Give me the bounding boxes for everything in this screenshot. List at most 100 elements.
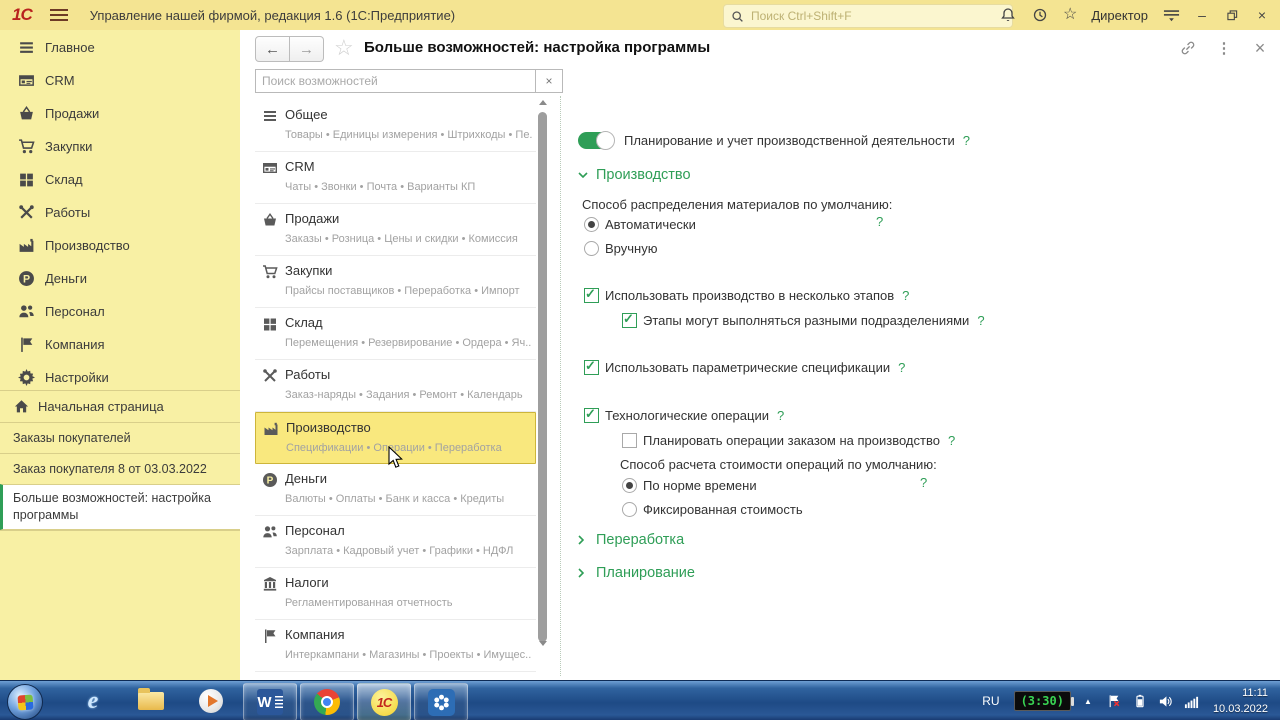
section-production[interactable]: Производство	[578, 165, 691, 185]
more-icon[interactable]: ⋮	[1214, 38, 1234, 58]
hidden-icons-icon[interactable]: ▲	[1080, 693, 1096, 709]
checkbox-parametric-specs[interactable]: Использовать параметрические спецификаци…	[584, 357, 905, 377]
radio-manual[interactable]: Вручную	[584, 238, 657, 258]
sidebar-nav-item[interactable]: Склад	[0, 163, 240, 196]
sidebar-nav-item[interactable]: Р Деньги	[0, 262, 240, 295]
checkbox-icon[interactable]	[622, 432, 637, 448]
battery-icon[interactable]	[1132, 693, 1148, 709]
1c-taskbar-button[interactable]: 1С	[357, 683, 411, 720]
master-toggle-row: Планирование и учет производственной дея…	[578, 130, 970, 150]
close-panel-icon[interactable]: ×	[1250, 38, 1270, 58]
media-player-icon[interactable]	[194, 685, 228, 717]
capability-search-input[interactable]	[256, 70, 535, 92]
volume-icon[interactable]	[1158, 693, 1174, 709]
help-icon[interactable]: ?	[920, 475, 927, 490]
word-taskbar-button[interactable]: W	[243, 683, 297, 720]
scroll-down-icon[interactable]	[539, 641, 547, 646]
radio-icon[interactable]	[584, 240, 599, 256]
global-search-input[interactable]	[749, 8, 983, 24]
radio-icon[interactable]	[622, 501, 637, 517]
sidebar-nav-item[interactable]: Продажи	[0, 97, 240, 130]
sidebar-nav-item[interactable]: Персонал	[0, 295, 240, 328]
language-indicator[interactable]: RU	[982, 694, 999, 708]
teamwork-taskbar-button[interactable]	[414, 683, 468, 720]
category-item[interactable]: CRM Чаты • Звонки • Почта • Варианты КП	[255, 152, 536, 204]
radio-automatic[interactable]: Автоматически	[584, 214, 696, 234]
radio-time-norm[interactable]: По норме времени	[622, 475, 757, 495]
category-item[interactable]: Производство Спецификации • Операции • П…	[255, 412, 536, 464]
help-icon[interactable]: ?	[948, 433, 955, 448]
checkbox-tech-operations[interactable]: Технологические операции ?	[584, 405, 784, 425]
main-panel: ← → ☆ Больше возможностей: настройка про…	[240, 30, 1280, 680]
home-page-item[interactable]: Начальная страница	[0, 390, 240, 422]
timer-widget[interactable]: (3:30)	[1013, 691, 1075, 711]
window-item[interactable]: Заказы покупателей	[0, 422, 240, 453]
section-planning[interactable]: Планирование	[578, 563, 695, 583]
category-item[interactable]: Закупки Прайсы поставщиков • Переработка…	[255, 256, 536, 308]
favorite-star-icon[interactable]: ☆	[334, 35, 354, 61]
sidebar-nav-item[interactable]: CRM	[0, 64, 240, 97]
category-item[interactable]: Склад Перемещения • Резервирование • Орд…	[255, 308, 536, 360]
forward-button[interactable]: →	[290, 36, 324, 62]
category-item[interactable]: Продажи Заказы • Розница • Цены и скидки…	[255, 204, 536, 256]
explorer-icon[interactable]	[134, 685, 168, 717]
chrome-taskbar-button[interactable]	[300, 683, 354, 720]
category-item[interactable]: Р Деньги Валюты • Оплаты • Банк и касса …	[255, 464, 536, 516]
ie-icon[interactable]: e	[76, 685, 110, 717]
radio-icon[interactable]	[584, 216, 599, 232]
category-item[interactable]: Компания Интеркампани • Магазины • Проек…	[255, 620, 536, 672]
section-processing[interactable]: Переработка	[578, 530, 684, 550]
checkbox-multi-stage[interactable]: Использовать производство в несколько эт…	[584, 285, 909, 305]
help-icon[interactable]: ?	[963, 133, 970, 148]
toggle-switch[interactable]	[578, 130, 615, 150]
checkbox-icon[interactable]	[584, 286, 599, 303]
close-icon[interactable]: ×	[1254, 7, 1270, 23]
current-user[interactable]: Директор	[1091, 8, 1148, 23]
sidebar-nav-item[interactable]: Компания	[0, 328, 240, 361]
service-menu-icon[interactable]	[1162, 6, 1180, 24]
restore-icon[interactable]	[1224, 7, 1240, 23]
radio-fixed-cost[interactable]: Фиксированная стоимость	[622, 499, 803, 519]
clock[interactable]: 11:11 10.03.2022	[1213, 685, 1268, 718]
checkbox-stages-departments[interactable]: Этапы могут выполняться разными подразде…	[622, 310, 985, 330]
capability-search[interactable]: ×	[255, 69, 563, 93]
sidebar-nav-item[interactable]: Работы	[0, 196, 240, 229]
window-item-active[interactable]: Больше возможностей: настройка программы	[0, 484, 240, 530]
help-icon[interactable]: ?	[777, 408, 784, 423]
clear-search-icon[interactable]: ×	[535, 70, 562, 92]
sidebar-nav-item[interactable]: Закупки	[0, 130, 240, 163]
help-icon[interactable]: ?	[898, 360, 905, 375]
category-item[interactable]: Общее Товары • Единицы измерения • Штрих…	[255, 100, 536, 152]
main-menu-icon[interactable]	[49, 9, 68, 21]
get-link-icon[interactable]	[1178, 38, 1198, 58]
help-icon[interactable]: ?	[977, 313, 984, 328]
checkbox-plan-operations[interactable]: Планировать операции заказом на производ…	[622, 430, 955, 450]
minimize-icon[interactable]: –	[1194, 7, 1210, 23]
money-icon: Р	[262, 472, 278, 488]
staff-icon	[18, 303, 35, 320]
global-search[interactable]	[723, 4, 1013, 28]
help-icon[interactable]: ?	[902, 288, 909, 303]
checkbox-icon[interactable]	[622, 311, 637, 328]
help-icon[interactable]: ?	[876, 214, 883, 229]
list-scrollbar[interactable]	[537, 100, 548, 672]
notifications-icon[interactable]	[999, 6, 1017, 24]
network-icon[interactable]	[1184, 693, 1200, 709]
category-item[interactable]: Персонал Зарплата • Кадровый учет • Граф…	[255, 516, 536, 568]
sidebar-nav-item[interactable]: Производство	[0, 229, 240, 262]
window-item[interactable]: Заказ покупателя 8 от 03.03.2022	[0, 453, 240, 484]
radio-icon[interactable]	[622, 477, 637, 493]
history-icon[interactable]	[1031, 6, 1049, 24]
action-center-icon[interactable]	[1106, 693, 1122, 709]
scroll-up-icon[interactable]	[539, 100, 547, 105]
favorites-icon[interactable]: ☆	[1063, 7, 1077, 23]
category-item[interactable]: Налоги Регламентированная отчетность	[255, 568, 536, 620]
category-item[interactable]: Работы Заказ-наряды • Задания • Ремонт •…	[255, 360, 536, 412]
start-button[interactable]	[7, 684, 43, 720]
sidebar-nav-item[interactable]: Главное	[0, 31, 240, 64]
scrollbar-thumb[interactable]	[538, 112, 547, 642]
chevron-right-icon	[578, 535, 589, 545]
checkbox-icon[interactable]	[584, 406, 599, 423]
checkbox-icon[interactable]	[584, 358, 599, 375]
back-button[interactable]: ←	[255, 36, 290, 62]
